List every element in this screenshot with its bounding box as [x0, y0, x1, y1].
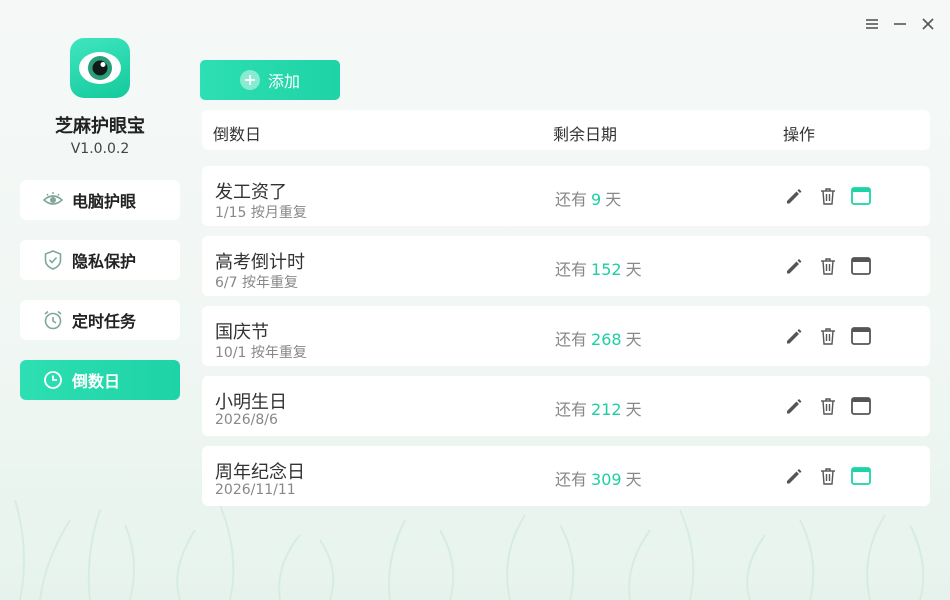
remaining-days: 还有 152 天: [555, 256, 642, 280]
remain-suffix: 天: [625, 260, 642, 279]
remain-prefix: 还有: [555, 470, 588, 489]
days-count: 212: [591, 400, 622, 419]
table-header: 倒数日 剩余日期 操作: [202, 110, 930, 150]
sidebar-item-label: 隐私保护: [72, 252, 137, 271]
remain-prefix: 还有: [555, 400, 588, 419]
app-logo: [70, 38, 130, 98]
plus-icon: [239, 70, 260, 90]
countdown-title: 高考倒计时: [215, 252, 305, 273]
sidebar-item-scheduled-tasks[interactable]: 定时任务: [20, 300, 180, 340]
trash-icon[interactable]: [817, 395, 839, 417]
countdown-date: 2026/11/11: [215, 482, 296, 498]
remain-suffix: 天: [625, 400, 642, 419]
trash-icon[interactable]: [817, 255, 839, 277]
table-row: 高考倒计时 6/7 按年重复 还有 152 天: [202, 236, 930, 296]
sidebar-item-label: 定时任务: [72, 312, 137, 331]
edit-icon[interactable]: [783, 185, 805, 207]
days-count: 309: [591, 470, 622, 489]
countdown-date: 1/15 按月重复: [215, 205, 307, 221]
remain-suffix: 天: [605, 190, 622, 209]
countdown-date: 10/1 按年重复: [215, 345, 307, 361]
remain-prefix: 还有: [555, 190, 588, 209]
countdown-date: 2026/8/6: [215, 412, 278, 428]
alarm-clock-icon: [42, 309, 64, 331]
remaining-days: 还有 9 天: [555, 186, 621, 210]
eye-icon: [42, 189, 64, 211]
table-row: 小明生日 2026/8/6 还有 212 天: [202, 376, 930, 436]
table-row: 发工资了 1/15 按月重复 还有 9 天: [202, 166, 930, 226]
app-version: V1.0.0.2: [70, 141, 130, 157]
table-row: 国庆节 10/1 按年重复 还有 268 天: [202, 306, 930, 366]
sidebar: 芝麻护眼宝 V1.0.0.2 电脑护眼 隐私保护 定时任务 倒数日: [0, 0, 200, 600]
sidebar-item-label: 倒数日: [72, 372, 121, 391]
column-header-remaining: 剩余日期: [553, 125, 618, 144]
countdown-title: 小明生日: [215, 392, 287, 413]
minimize-icon[interactable]: [890, 14, 910, 34]
remain-suffix: 天: [625, 470, 642, 489]
remain-suffix: 天: [625, 330, 642, 349]
remain-prefix: 还有: [555, 330, 588, 349]
sidebar-item-label: 电脑护眼: [72, 192, 137, 211]
desktop-widget-icon[interactable]: [850, 465, 872, 487]
add-button[interactable]: 添加: [200, 60, 340, 100]
remaining-days: 还有 268 天: [555, 326, 642, 350]
desktop-widget-icon[interactable]: [850, 255, 872, 277]
trash-icon[interactable]: [817, 325, 839, 347]
desktop-widget-icon[interactable]: [850, 395, 872, 417]
column-header-name: 倒数日: [213, 125, 262, 144]
close-icon[interactable]: [918, 14, 938, 34]
desktop-widget-icon[interactable]: [850, 325, 872, 347]
add-button-label: 添加: [267, 72, 300, 91]
trash-icon[interactable]: [817, 465, 839, 487]
sidebar-item-eye-care[interactable]: 电脑护眼: [20, 180, 180, 220]
app-window: 芝麻护眼宝 V1.0.0.2 电脑护眼 隐私保护 定时任务 倒数日 添加 倒数日…: [0, 0, 950, 600]
window-controls: [862, 14, 938, 34]
edit-icon[interactable]: [783, 395, 805, 417]
days-count: 9: [591, 190, 602, 209]
edit-icon[interactable]: [783, 255, 805, 277]
sidebar-item-countdown[interactable]: 倒数日: [20, 360, 180, 400]
column-header-actions: 操作: [783, 125, 816, 144]
app-name: 芝麻护眼宝: [55, 116, 145, 137]
edit-icon[interactable]: [783, 465, 805, 487]
remain-prefix: 还有: [555, 260, 588, 279]
desktop-widget-icon[interactable]: [850, 185, 872, 207]
remaining-days: 还有 309 天: [555, 466, 642, 490]
days-count: 268: [591, 330, 622, 349]
trash-icon[interactable]: [817, 185, 839, 207]
eye-logo-icon: [79, 52, 121, 84]
shield-check-icon: [42, 249, 64, 271]
countdown-title: 周年纪念日: [215, 462, 305, 483]
countdown-title: 发工资了: [215, 182, 287, 203]
menu-icon[interactable]: [862, 14, 882, 34]
clock-icon: [42, 369, 64, 391]
edit-icon[interactable]: [783, 325, 805, 347]
countdown-date: 6/7 按年重复: [215, 275, 298, 291]
table-row: 周年纪念日 2026/11/11 还有 309 天: [202, 446, 930, 506]
remaining-days: 还有 212 天: [555, 396, 642, 420]
days-count: 152: [591, 260, 622, 279]
countdown-title: 国庆节: [215, 322, 269, 343]
sidebar-item-privacy[interactable]: 隐私保护: [20, 240, 180, 280]
